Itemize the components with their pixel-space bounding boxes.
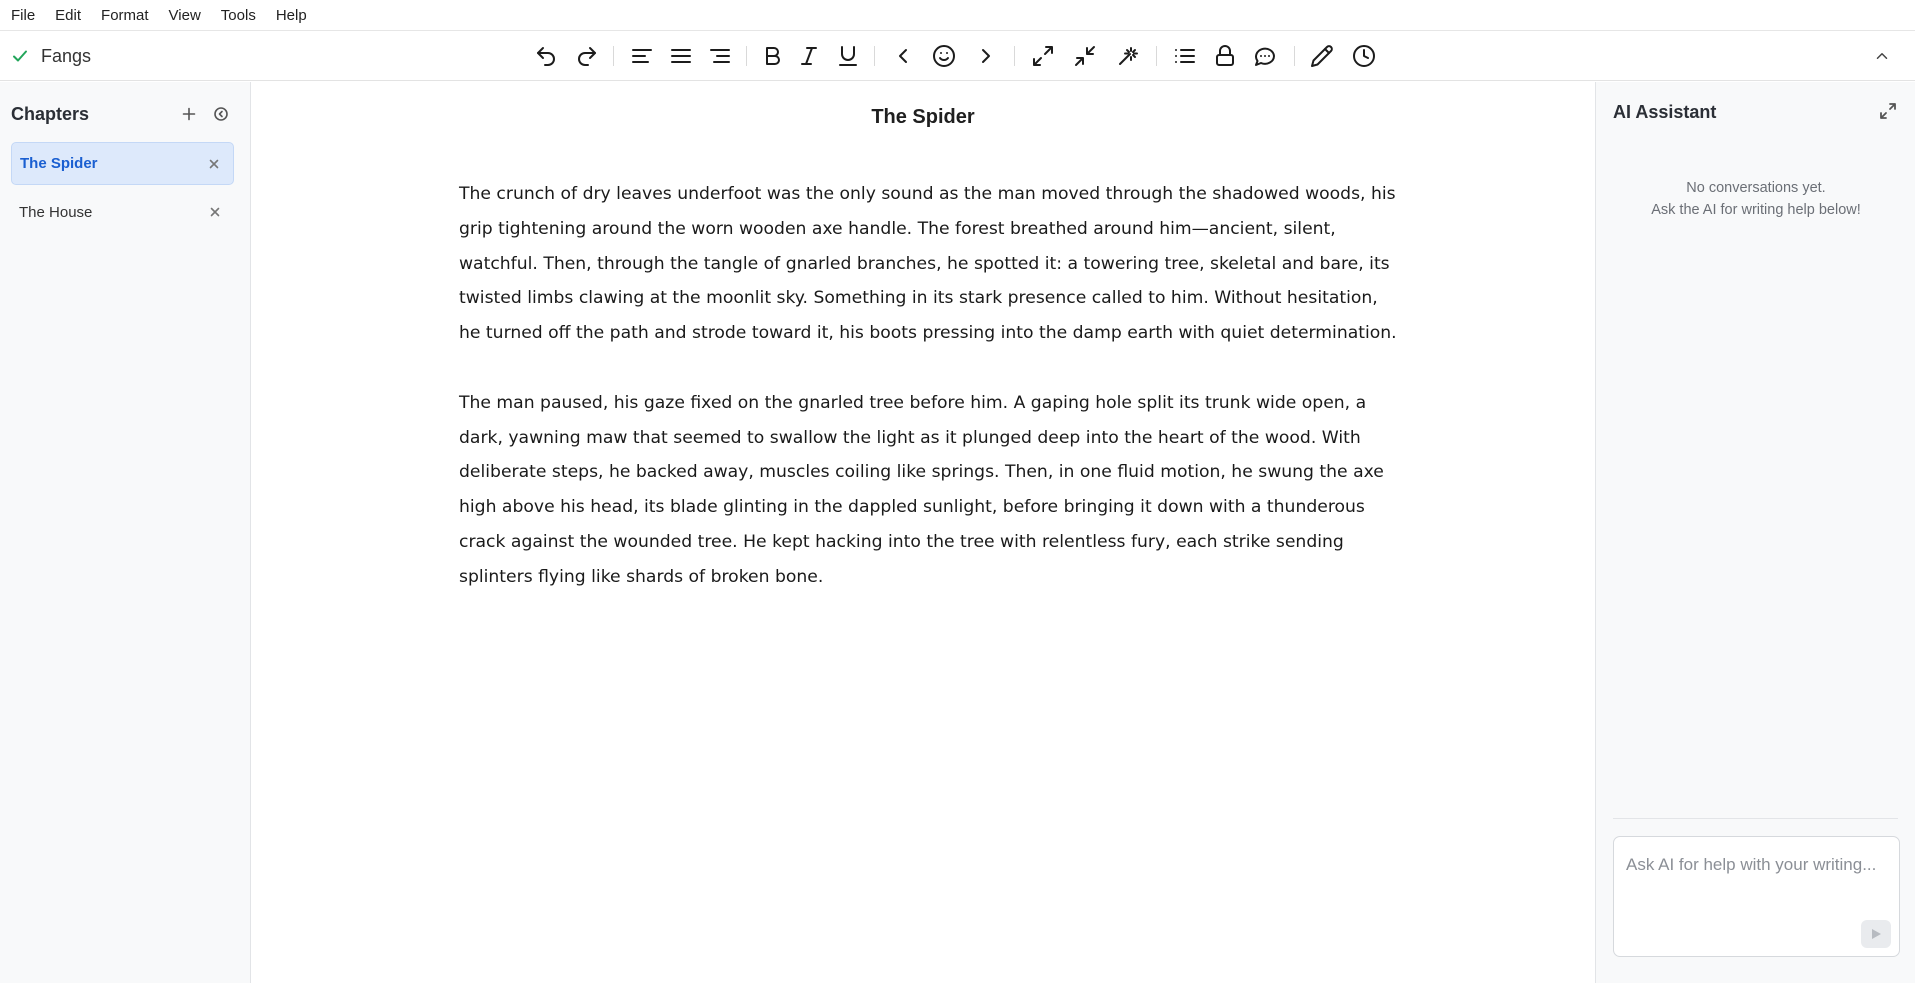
sidebar-title: Chapters xyxy=(11,103,90,124)
chapter-item-the-spider[interactable]: The Spider xyxy=(11,142,234,185)
empty-state-line: No conversations yet. xyxy=(1686,180,1826,196)
sidebar-header: Chapters xyxy=(11,100,240,128)
chapter-label: The House xyxy=(19,204,93,221)
italic-icon[interactable] xyxy=(796,43,822,69)
undo-icon[interactable] xyxy=(533,43,559,69)
chapter-item-the-house[interactable]: The House xyxy=(11,191,234,234)
ai-assistant-title: AI Assistant xyxy=(1613,102,1717,122)
ai-assistant-panel: AI Assistant No conversations yet. Ask t… xyxy=(1595,82,1915,983)
menu-view[interactable]: View xyxy=(169,0,201,31)
bold-icon[interactable] xyxy=(759,43,785,69)
menu-format[interactable]: Format xyxy=(101,0,149,31)
comment-icon[interactable] xyxy=(1252,43,1278,69)
divider xyxy=(1613,818,1898,819)
chevron-right-icon[interactable] xyxy=(973,43,999,69)
empty-state-line: Ask the AI for writing help below! xyxy=(1651,202,1861,218)
menu-help[interactable]: Help xyxy=(276,0,307,31)
close-icon[interactable] xyxy=(208,205,222,219)
expand-icon[interactable] xyxy=(1030,43,1056,69)
chevron-up-icon[interactable] xyxy=(1871,45,1893,67)
paragraph[interactable]: The man paused, his gaze fixed on the gn… xyxy=(459,386,1399,595)
document-name[interactable]: Fangs xyxy=(41,46,91,67)
toolbar-divider xyxy=(1294,46,1295,66)
redo-icon[interactable] xyxy=(574,43,600,69)
toolbar-divider xyxy=(874,46,875,66)
menu-file[interactable]: File xyxy=(11,0,35,31)
list-icon[interactable] xyxy=(1172,43,1198,69)
chapter-label: The Spider xyxy=(20,155,98,172)
clock-icon[interactable] xyxy=(1351,43,1377,69)
toolbar-divider xyxy=(1014,46,1015,66)
underline-icon[interactable] xyxy=(835,43,861,69)
toolbar-divider xyxy=(613,46,614,66)
editor-area[interactable]: The Spider The crunch of dry leaves unde… xyxy=(251,82,1595,983)
collapse-icon[interactable] xyxy=(1072,43,1098,69)
toolbar-divider xyxy=(746,46,747,66)
pencil-icon[interactable] xyxy=(1309,43,1335,69)
toolbar: Fangs xyxy=(0,31,1915,81)
emoji-icon[interactable] xyxy=(931,43,957,69)
document-status: Fangs xyxy=(12,31,91,81)
ai-prompt-box xyxy=(1613,836,1900,957)
check-icon xyxy=(13,50,27,62)
align-right-icon[interactable] xyxy=(707,43,733,69)
send-icon[interactable] xyxy=(1861,920,1891,948)
chapters-sidebar: Chapters The Spider The House xyxy=(0,82,251,983)
menu-edit[interactable]: Edit xyxy=(55,0,81,31)
empty-state: No conversations yet. Ask the AI for wri… xyxy=(1596,177,1915,221)
chevron-left-icon[interactable] xyxy=(890,43,916,69)
toolbar-divider xyxy=(1156,46,1157,66)
fullscreen-icon[interactable] xyxy=(1879,102,1897,120)
chapter-body[interactable]: The crunch of dry leaves underfoot was t… xyxy=(459,177,1399,629)
magic-wand-icon[interactable] xyxy=(1115,43,1141,69)
menu-bar: File Edit Format View Tools Help xyxy=(0,0,1915,31)
chapter-title[interactable]: The Spider xyxy=(251,106,1595,129)
ai-prompt-input[interactable] xyxy=(1614,837,1899,956)
lock-icon[interactable] xyxy=(1212,43,1238,69)
align-left-icon[interactable] xyxy=(629,43,655,69)
menu-tools[interactable]: Tools xyxy=(221,0,256,31)
align-justify-icon[interactable] xyxy=(668,43,694,69)
paragraph[interactable]: The crunch of dry leaves underfoot was t… xyxy=(459,177,1399,351)
plus-icon[interactable] xyxy=(179,104,199,124)
close-icon[interactable] xyxy=(207,157,221,171)
history-icon[interactable] xyxy=(211,104,231,124)
